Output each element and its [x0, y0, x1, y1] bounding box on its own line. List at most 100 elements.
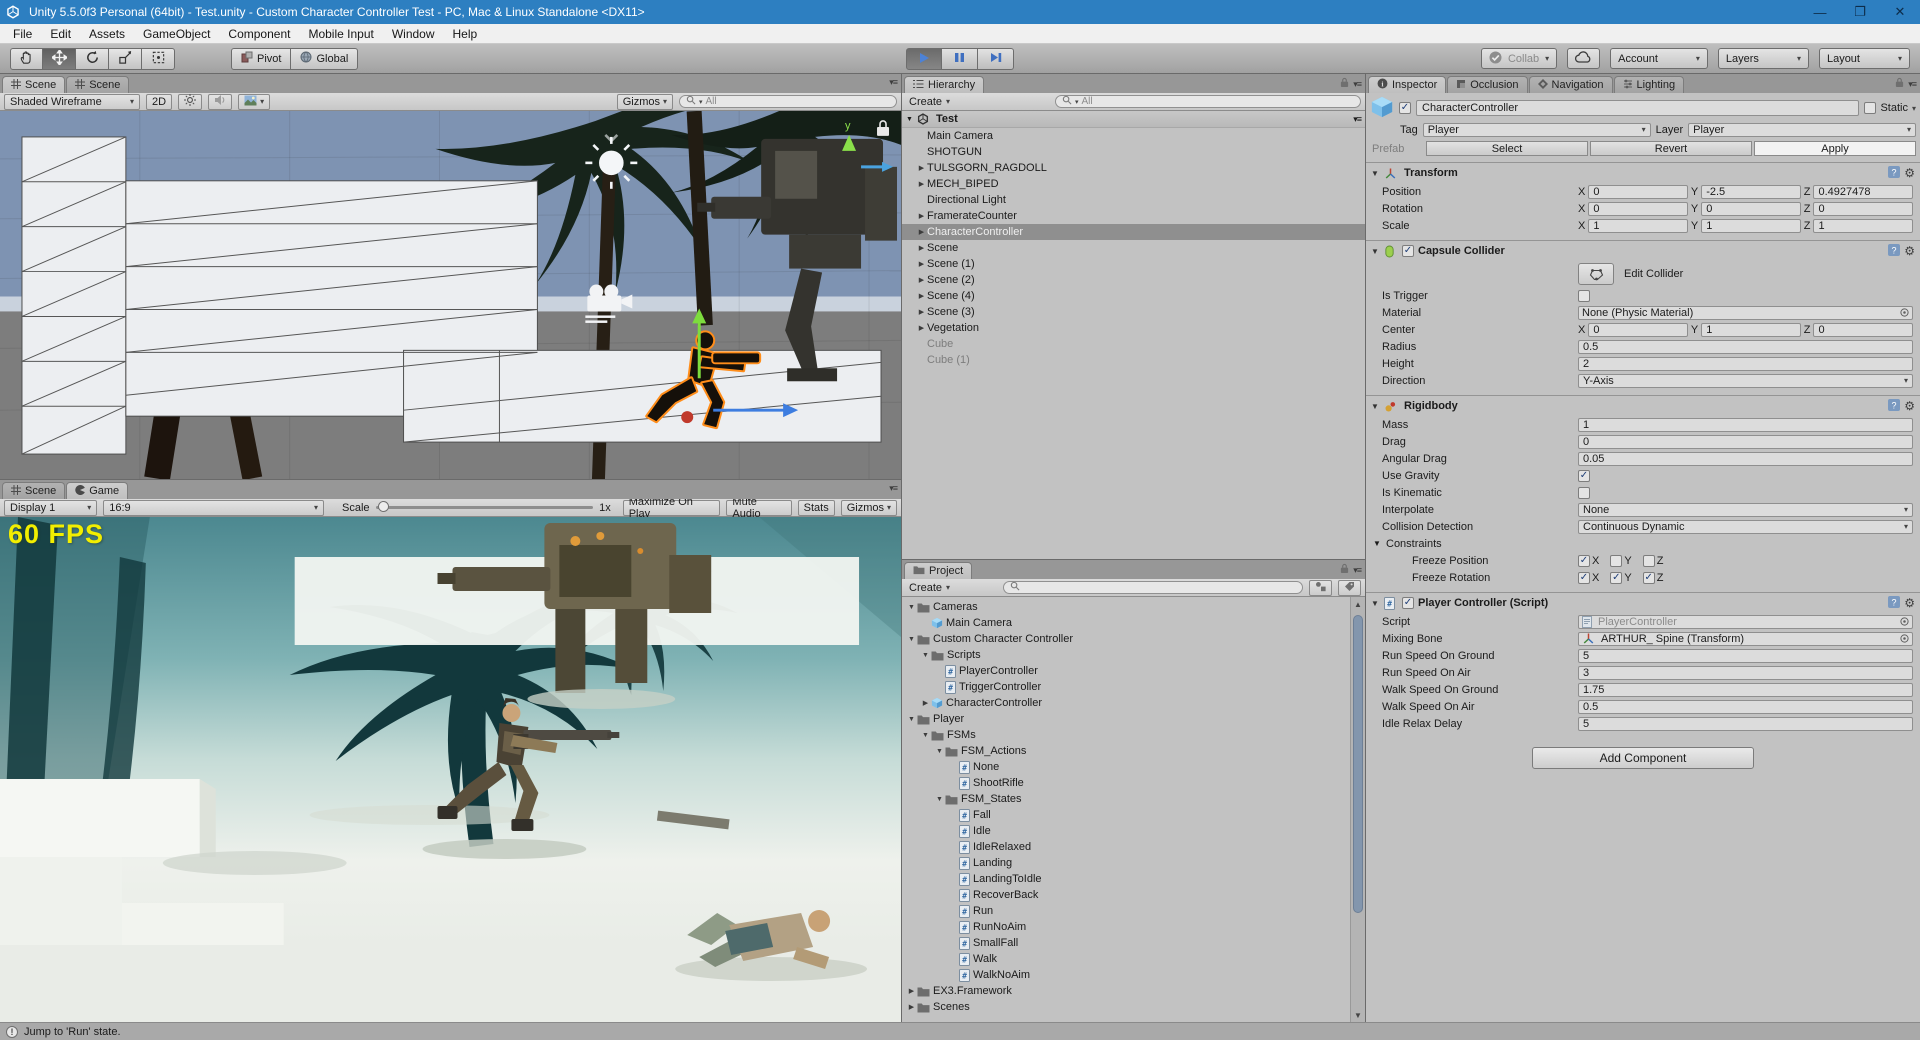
scene-viewport[interactable]: y — [0, 111, 901, 479]
scene-search-field[interactable]: ▾ All — [679, 95, 897, 108]
vector-field-y[interactable]: 1 — [1701, 323, 1801, 337]
maximize-on-play-button[interactable]: Maximize On Play — [623, 500, 721, 516]
collab-button[interactable]: Collab▾ — [1481, 48, 1557, 69]
checkbox-is-kinematic[interactable] — [1578, 487, 1590, 499]
text-field[interactable]: 5 — [1578, 717, 1913, 731]
panel-menu-icon[interactable]: ▾≡ — [889, 483, 897, 494]
menu-item-edit[interactable]: Edit — [41, 24, 80, 43]
game-viewport[interactable]: 60 FPS — [0, 517, 901, 1022]
game-gizmos-dropdown[interactable]: Gizmos▾ — [841, 500, 897, 516]
tab-hierarchy[interactable]: Hierarchy — [904, 76, 984, 93]
project-item-player[interactable]: ▼Player — [902, 711, 1365, 727]
hierarchy-item-scene-2-[interactable]: ▶Scene (2) — [902, 272, 1365, 288]
freeze-checkbox-z[interactable]: ✓ — [1643, 572, 1655, 584]
help-icon[interactable]: ? — [1888, 166, 1900, 181]
foldout-icon[interactable]: ▶ — [916, 164, 927, 172]
hierarchy-scene-root[interactable]: ▼ Test ▾≡ — [902, 111, 1365, 128]
foldout-icon[interactable]: ▶ — [916, 180, 927, 188]
project-item-fsm-states[interactable]: ▼FSM_States — [902, 791, 1365, 807]
foldout-icon[interactable]: ▶ — [906, 1003, 917, 1011]
tab-game[interactable]: Game — [66, 482, 128, 499]
dropdown-interpolate[interactable]: None▾ — [1578, 503, 1913, 517]
hierarchy-item-shotgun[interactable]: SHOTGUN — [902, 144, 1365, 160]
foldout-icon[interactable]: ▼ — [1373, 539, 1382, 548]
foldout-icon[interactable]: ▼ — [1371, 247, 1380, 256]
gameobject-name-field[interactable]: CharacterController — [1416, 100, 1859, 116]
gear-icon[interactable]: ⚙ — [1904, 399, 1915, 413]
freeze-checkbox-x[interactable]: ✓ — [1578, 555, 1590, 567]
scene-menu-icon[interactable]: ▾≡ — [1353, 114, 1361, 125]
filter-type-button[interactable] — [1309, 580, 1332, 596]
layout-dropdown[interactable]: Layout▾ — [1819, 48, 1910, 69]
tab-scene-2[interactable]: Scene — [66, 76, 129, 93]
vector-field-x[interactable]: 1 — [1588, 219, 1688, 233]
component-header-transform[interactable]: ▼Transform?⚙ — [1366, 163, 1920, 183]
tab-lighting[interactable]: Lighting — [1614, 76, 1685, 93]
object-field-script[interactable]: PlayerController — [1578, 615, 1913, 629]
rotate-tool-button[interactable] — [76, 48, 109, 70]
vector-field-x[interactable]: 0 — [1588, 185, 1688, 199]
object-field-material[interactable]: None (Physic Material) — [1578, 306, 1913, 320]
foldout-icon[interactable]: ▶ — [916, 244, 927, 252]
project-scrollbar[interactable]: ▲ ▼ — [1350, 597, 1365, 1022]
project-item-landing[interactable]: #Landing — [902, 855, 1365, 871]
edit-collider-button[interactable] — [1578, 263, 1614, 285]
menu-item-help[interactable]: Help — [444, 24, 487, 43]
vector-field-z[interactable]: 1 — [1813, 219, 1913, 233]
scroll-up-icon[interactable]: ▲ — [1351, 597, 1365, 611]
stats-button[interactable]: Stats — [798, 500, 835, 516]
hierarchy-item-cube[interactable]: Cube — [902, 336, 1365, 352]
text-field[interactable]: 1.75 — [1578, 683, 1913, 697]
step-button[interactable] — [978, 48, 1014, 70]
foldout-icon[interactable]: ▼ — [1371, 402, 1380, 411]
project-search-field[interactable] — [1003, 581, 1303, 594]
foldout-icon[interactable]: ▶ — [916, 260, 927, 268]
scale-slider[interactable] — [376, 506, 594, 509]
menu-item-gameobject[interactable]: GameObject — [134, 24, 219, 43]
component-header-player-controller-script-[interactable]: ▼#✓Player Controller (Script)?⚙ — [1366, 593, 1920, 613]
foldout-icon[interactable]: ▼ — [906, 604, 917, 611]
foldout-icon[interactable]: ▶ — [916, 292, 927, 300]
scale-slider-thumb[interactable] — [378, 501, 389, 512]
hierarchy-item-directional-light[interactable]: Directional Light — [902, 192, 1365, 208]
scene-lighting-button[interactable] — [178, 94, 202, 110]
aspect-ratio-dropdown[interactable]: 16:9▾ — [103, 500, 324, 516]
lock-icon[interactable] — [1340, 563, 1349, 577]
dropdown-direction[interactable]: Y-Axis▾ — [1578, 374, 1913, 388]
foldout-icon[interactable]: ▶ — [906, 987, 917, 995]
component-enabled-checkbox[interactable]: ✓ — [1402, 597, 1414, 609]
foldout-icon[interactable]: ▼ — [906, 116, 913, 123]
component-header-capsule-collider[interactable]: ▼✓Capsule Collider?⚙ — [1366, 241, 1920, 261]
foldout-icon[interactable]: ▼ — [934, 796, 945, 803]
foldout-icon[interactable]: ▼ — [906, 716, 917, 723]
foldout-icon[interactable]: ▶ — [916, 228, 927, 236]
foldout-icon[interactable]: ▼ — [1371, 599, 1380, 608]
foldout-icon[interactable]: ▶ — [916, 308, 927, 316]
hierarchy-create-button[interactable]: Create▾ — [906, 96, 953, 108]
hierarchy-item-scene[interactable]: ▶Scene — [902, 240, 1365, 256]
display-dropdown[interactable]: Display 1▾ — [4, 500, 97, 516]
hierarchy-item-frameratecounter[interactable]: ▶FramerateCounter — [902, 208, 1365, 224]
tab-occlusion[interactable]: Occlusion — [1447, 76, 1527, 93]
project-scrollbar-thumb[interactable] — [1353, 615, 1363, 913]
panel-menu-icon[interactable]: ▾≡ — [1908, 79, 1916, 90]
static-checkbox[interactable] — [1864, 102, 1876, 114]
project-item-fall[interactable]: #Fall — [902, 807, 1365, 823]
menu-item-assets[interactable]: Assets — [80, 24, 134, 43]
hierarchy-item-tulsgorn-ragdoll[interactable]: ▶TULSGORN_RAGDOLL — [902, 160, 1365, 176]
project-create-button[interactable]: Create▾ — [906, 582, 953, 594]
foldout-icon[interactable]: ▼ — [934, 748, 945, 755]
project-item-walknoaim[interactable]: #WalkNoAim — [902, 967, 1365, 983]
hierarchy-item-main-camera[interactable]: Main Camera — [902, 128, 1365, 144]
restore-button[interactable]: ❐ — [1840, 0, 1880, 24]
foldout-icon[interactable]: ▶ — [920, 699, 931, 707]
tab-scene-1[interactable]: Scene — [2, 76, 65, 93]
lock-icon[interactable] — [1895, 77, 1904, 91]
gear-icon[interactable]: ⚙ — [1904, 596, 1915, 610]
freeze-checkbox-y[interactable]: ✓ — [1610, 572, 1622, 584]
hierarchy-item-vegetation[interactable]: ▶Vegetation — [902, 320, 1365, 336]
vector-field-z[interactable]: 0.4927478 — [1813, 185, 1913, 199]
rect-tool-button[interactable] — [142, 48, 175, 70]
help-icon[interactable]: ? — [1888, 244, 1900, 259]
vector-field-z[interactable]: 0 — [1813, 202, 1913, 216]
